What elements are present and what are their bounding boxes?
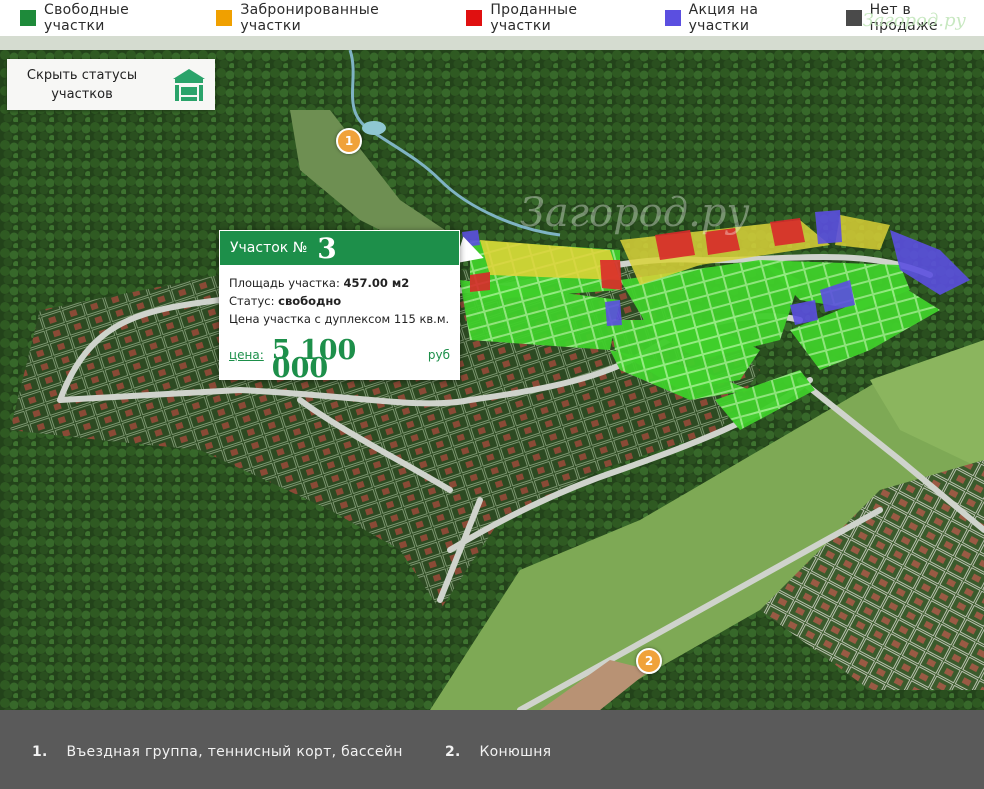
area-label: Площадь участка: xyxy=(229,276,340,290)
legend-promo: Акция на участки xyxy=(664,2,824,34)
footer-item-2: 2. Конюшня xyxy=(445,744,551,760)
legend-reserved-swatch xyxy=(216,10,233,26)
legend-reserved-label: Забронированные участки xyxy=(240,2,379,34)
poi-marker-1[interactable]: 1 xyxy=(336,128,362,154)
legend-reserved: Забронированные участки xyxy=(216,2,444,34)
hide-statuses-label: Скрыть статусы участков xyxy=(7,66,157,104)
plot-info-popup: Участок № 3 Площадь участка: 457.00 м2 С… xyxy=(219,230,460,384)
footer-item-1-text: Въездная группа, теннисный корт, бассейн xyxy=(66,744,403,760)
footer-item-2-text: Конюшня xyxy=(479,744,552,760)
price-label[interactable]: цена: xyxy=(229,346,264,364)
status-legend: Свободные участки Забронированные участк… xyxy=(0,0,984,36)
status-value: свободно xyxy=(278,294,342,308)
hide-statuses-line1: Скрыть статусы xyxy=(26,67,138,83)
map-footer-legend: 1. Въездная группа, теннисный корт, басс… xyxy=(0,710,984,789)
footer-item-2-number: 2. xyxy=(445,744,461,760)
site-plan-map[interactable]: Загород.ру xyxy=(0,50,984,710)
legend-free-swatch xyxy=(20,10,36,26)
legend-unavailable-swatch xyxy=(845,10,862,26)
popup-header: Участок № 3 xyxy=(219,230,460,266)
legend-promo-label: Акция на участки xyxy=(688,2,759,34)
map-illustration xyxy=(0,50,984,710)
plot-number: 3 xyxy=(317,231,337,265)
legend-divider xyxy=(0,36,984,50)
legend-sold: Проданные участки xyxy=(466,2,642,34)
map-watermark: Загород.ру xyxy=(520,190,750,236)
hide-statuses-button[interactable]: Скрыть статусы участков xyxy=(7,59,215,110)
price-currency: руб xyxy=(427,348,450,362)
site-logo: Загород.ру xyxy=(862,10,966,31)
legend-promo-swatch xyxy=(664,10,681,26)
legend-sold-label: Проданные участки xyxy=(490,2,578,34)
legend-sold-swatch xyxy=(466,10,483,26)
popup-body: Площадь участка: 457.00 м2 Статус: свобо… xyxy=(219,266,460,384)
status-row: Статус: свободно xyxy=(229,292,450,310)
legend-free-label: Свободные участки xyxy=(44,2,129,34)
status-label: Статус: xyxy=(229,294,275,308)
footer-item-1-number: 1. xyxy=(32,744,48,760)
legend-free: Свободные участки xyxy=(20,2,194,34)
price-value: 5 100 000 xyxy=(271,335,357,384)
popup-title-label: Участок № xyxy=(230,240,308,256)
poi-marker-2[interactable]: 2 xyxy=(636,648,662,674)
hide-statuses-line2: участков xyxy=(51,86,113,102)
price-row: цена: 5 100 000 руб xyxy=(229,335,450,384)
area-row: Площадь участка: 457.00 м2 xyxy=(229,274,450,292)
footer-item-1: 1. Въездная группа, теннисный корт, басс… xyxy=(32,744,403,760)
house-gate-icon xyxy=(173,69,205,101)
area-value: 457.00 м2 xyxy=(343,276,410,290)
plot-description: Цена участка с дуплексом 115 кв.м. xyxy=(229,312,450,326)
